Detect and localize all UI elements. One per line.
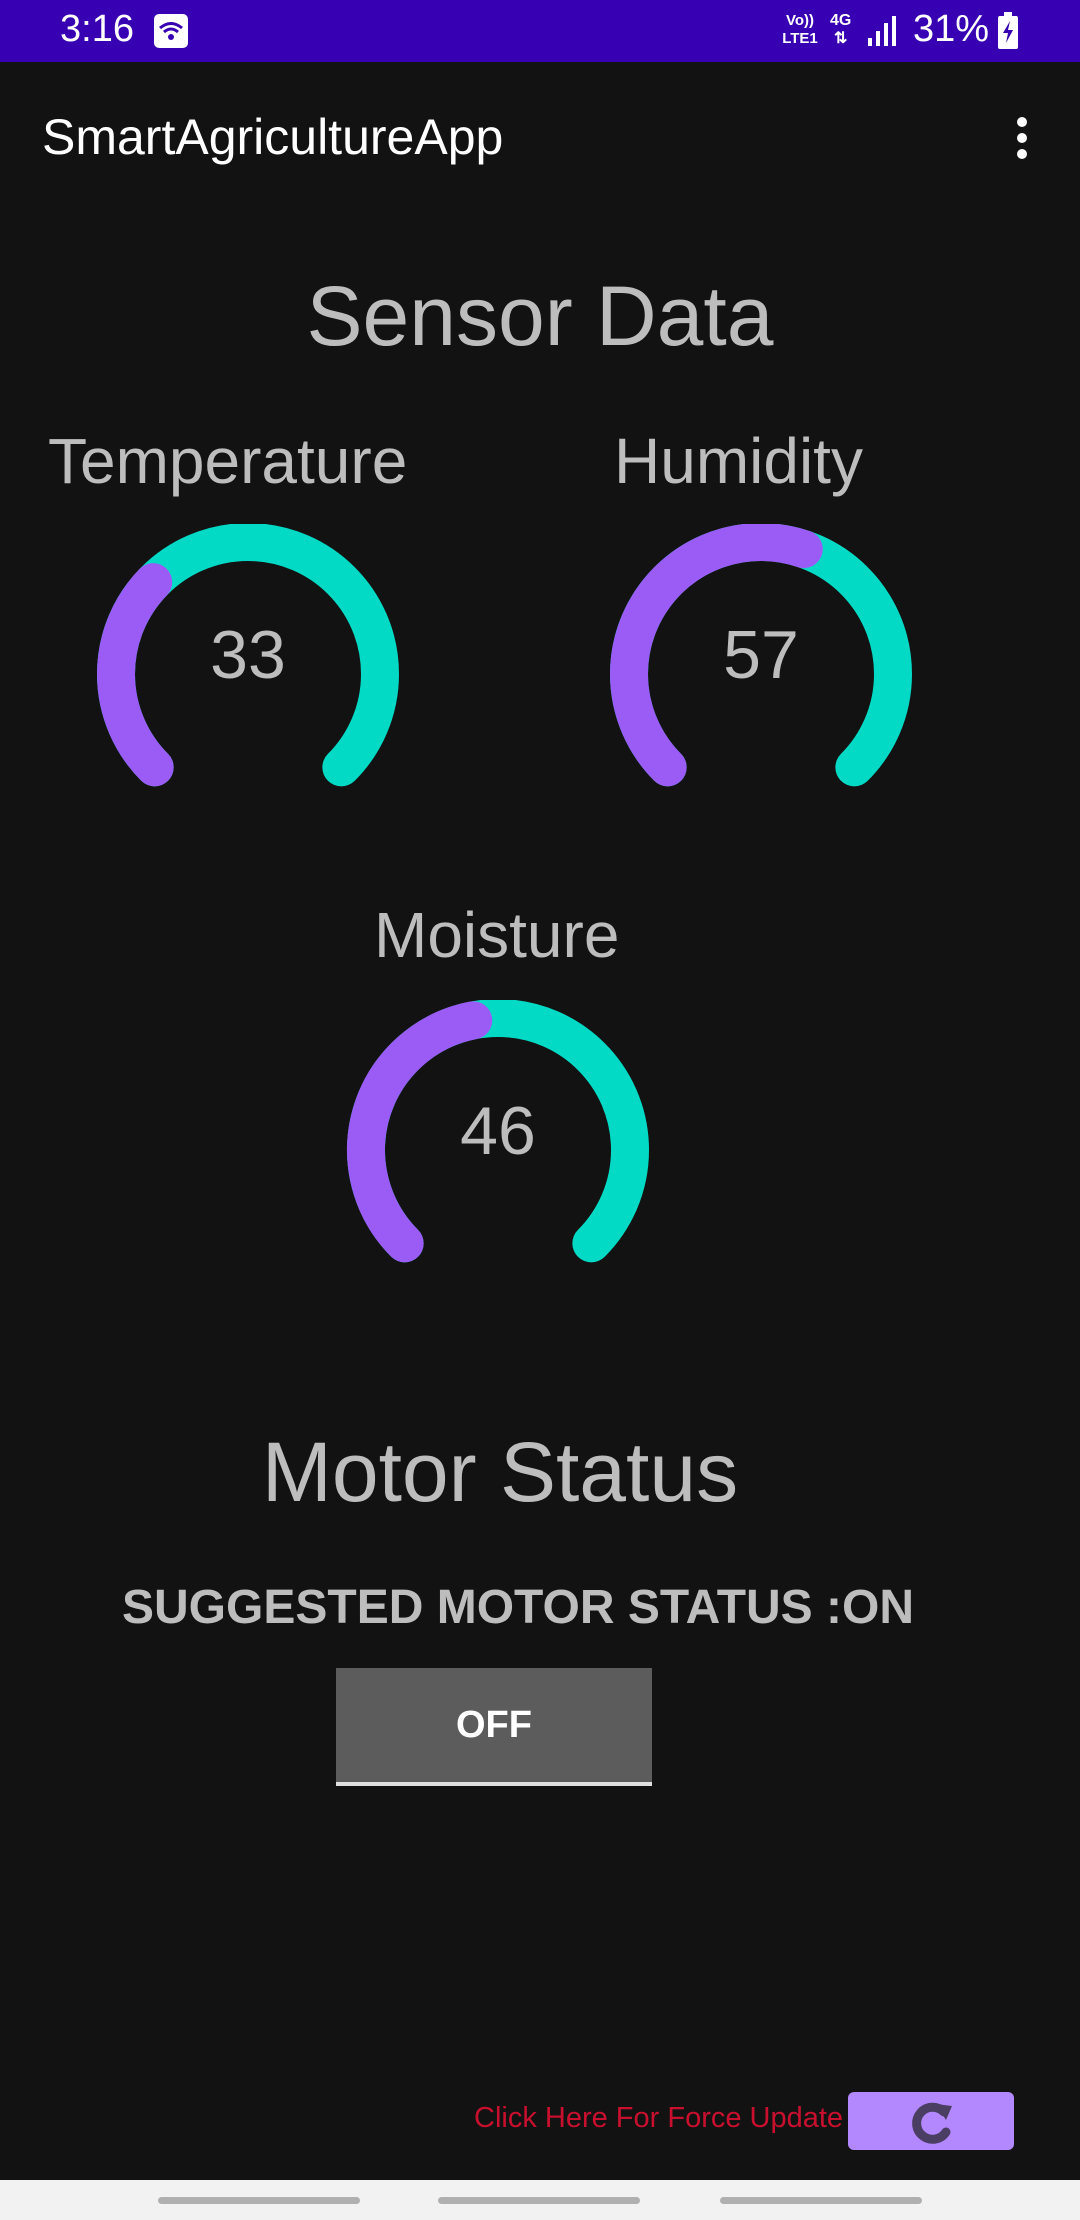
nav-recents-pill[interactable] <box>158 2197 360 2204</box>
refresh-icon <box>906 2096 960 2150</box>
signal-icon <box>866 14 898 48</box>
moisture-value: 46 <box>460 1093 536 1169</box>
navigation-bar <box>0 2180 1080 2220</box>
network-label: 4G <box>830 12 852 29</box>
sensor-data-heading: Sensor Data <box>306 269 774 363</box>
wifi-icon <box>154 14 188 48</box>
humidity-gauge: 57 <box>601 524 921 824</box>
battery-charging-icon <box>997 12 1019 50</box>
nav-back-pill[interactable] <box>720 2197 922 2204</box>
status-bar: 3:16 Vo)) LTE1 4G ⇅ 31% <box>0 0 1080 62</box>
volte-icon: Vo)) LTE1 <box>780 12 820 48</box>
humidity-value: 57 <box>723 617 799 693</box>
motor-status-heading: Motor Status <box>261 1425 739 1519</box>
temperature-gauge: 33 <box>88 524 408 824</box>
volte-label: Vo)) LTE1 <box>782 12 818 47</box>
motor-toggle-button[interactable]: OFF <box>336 1668 652 1786</box>
app-title: SmartAgricultureApp <box>42 109 504 165</box>
moisture-label: Moisture <box>374 899 620 971</box>
humidity-label: Humidity <box>614 425 863 497</box>
force-update-link[interactable]: Click Here For Force Update <box>474 2102 843 2135</box>
temperature-value: 33 <box>210 617 286 693</box>
moisture-gauge: 46 <box>338 1000 658 1300</box>
4g-icon: 4G ⇅ <box>830 12 852 47</box>
nav-home-pill[interactable] <box>438 2197 640 2204</box>
overflow-menu-icon[interactable] <box>1004 112 1040 168</box>
temperature-label: Temperature <box>48 425 408 497</box>
suggested-motor-status: SUGGESTED MOTOR STATUS :ON <box>121 1581 915 1634</box>
force-update-button[interactable] <box>848 2092 1014 2150</box>
app-bar: SmartAgricultureApp <box>0 62 1080 214</box>
status-time: 3:16 <box>60 8 134 50</box>
battery-percent: 31% <box>913 8 990 50</box>
